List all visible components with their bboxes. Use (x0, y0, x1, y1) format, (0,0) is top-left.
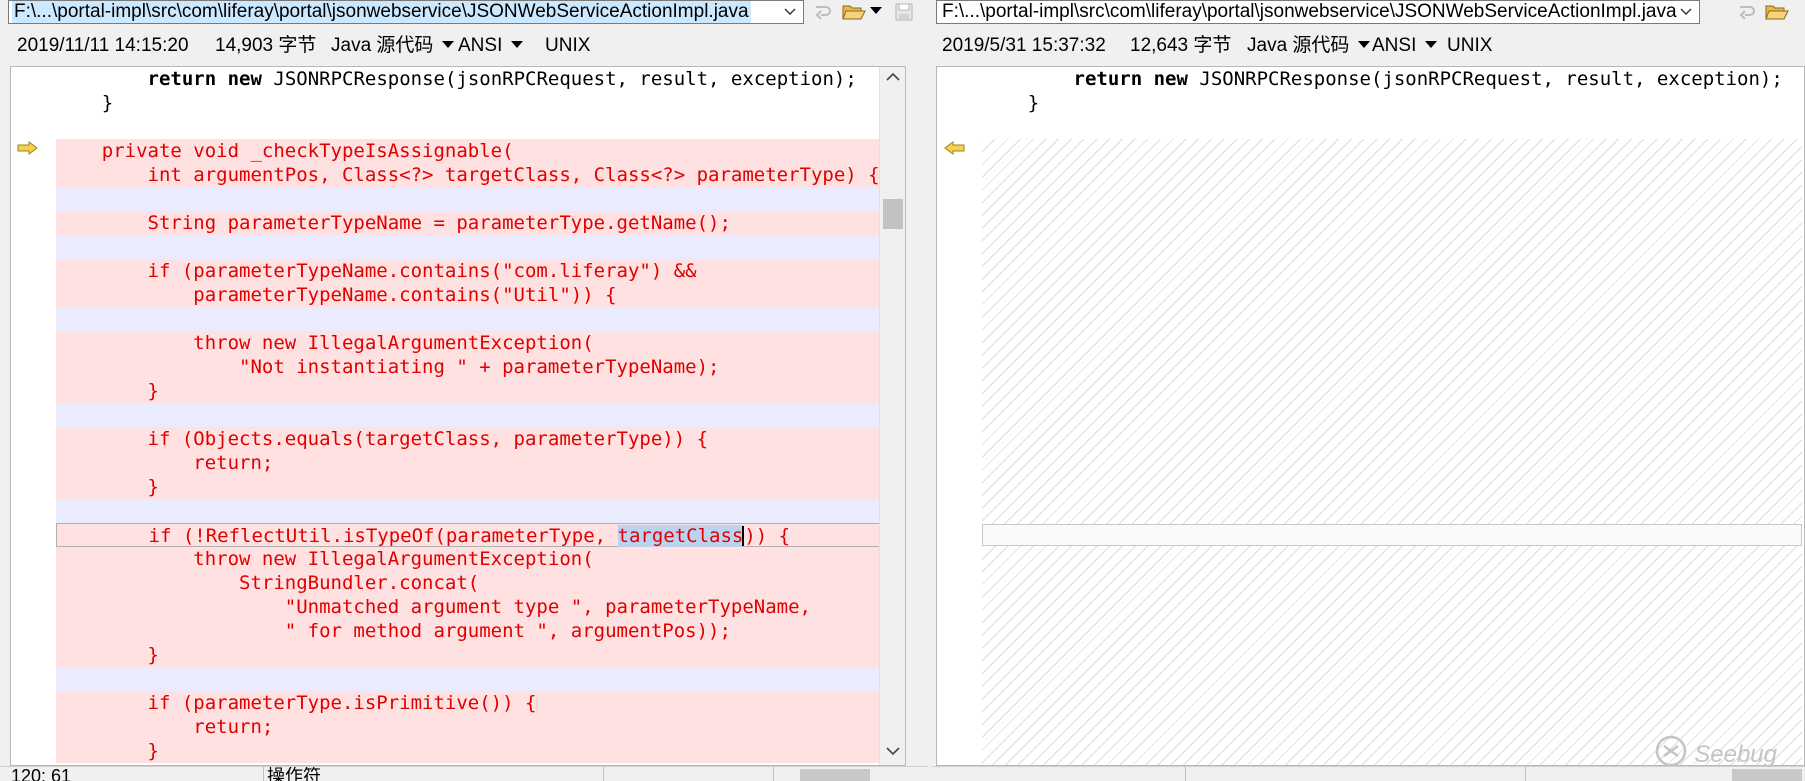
code-line-gap (56, 307, 904, 331)
code-line-deleted: " for method argument ", argumentPos)); (56, 619, 904, 643)
status-cell-empty (1186, 767, 1526, 781)
code-line-deleted: int argumentPos, Class<?> targetClass, C… (56, 163, 904, 187)
right-path-text: F:\...\portal-impl\src\com\liferay\porta… (942, 1, 1677, 22)
left-size: 14,903 字节 (215, 35, 317, 56)
code-line-deleted: if (Objects.equals(targetClass, paramete… (56, 427, 904, 451)
left-syntax-label: Java 源代码 (331, 35, 434, 56)
left-path-bar: F:\...\portal-impl\src\com\liferay\porta… (0, 0, 932, 26)
code-line-deleted: "Unmatched argument type ", parameterTyp… (56, 595, 904, 619)
left-line-ending: UNIX (545, 35, 591, 56)
right-info-bar: 2019/5/31 15:37:32 12,643 字节 Java 源代码 AN… (932, 28, 1805, 64)
diff-arrow-left-icon[interactable] (943, 141, 965, 160)
left-scroll-thumb[interactable] (883, 199, 903, 229)
left-pane: F:\...\portal-impl\src\com\liferay\porta… (0, 0, 932, 781)
right-encoding-label: ANSI (1372, 35, 1417, 56)
right-pane: F:\...\portal-impl\src\com\liferay\porta… (932, 0, 1805, 781)
left-horizontal-scroll-thumb[interactable] (800, 769, 870, 781)
chevron-up-icon[interactable] (886, 69, 900, 87)
code-line: } (56, 91, 904, 115)
code-line-deleted: "Not instantiating " + parameterTypeName… (56, 355, 904, 379)
code-line-deleted: } (56, 643, 904, 667)
seebug-logo-icon (1654, 734, 1688, 775)
left-code-area[interactable]: return new JSONRPCResponse(jsonRPCReques… (56, 67, 904, 765)
missing-lines-hatch (982, 139, 1802, 765)
code-line-deleted: private void _checkTypeIsAssignable( (56, 139, 904, 163)
code-line-gap (56, 235, 904, 259)
token-type: 操作符 (264, 767, 604, 781)
seebug-watermark: Seebug (1654, 734, 1777, 775)
code-line-gap (56, 187, 904, 211)
left-editor[interactable]: return new JSONRPCResponse(jsonRPCReques… (10, 66, 906, 766)
code-line-deleted: throw new IllegalArgumentException( (56, 547, 904, 571)
left-status-bar: 120: 61 操作符 (0, 766, 932, 781)
code-line: } (982, 91, 1802, 115)
left-path-text: F:\...\portal-impl\src\com\liferay\porta… (12, 1, 751, 23)
code-line-deleted: } (56, 739, 904, 763)
open-folder-icon[interactable] (1762, 0, 1792, 24)
left-path-combobox[interactable]: F:\...\portal-impl\src\com\liferay\porta… (8, 0, 804, 24)
code-line-deleted: if (parameterTypeName.contains("com.life… (56, 259, 904, 283)
right-syntax-dropdown[interactable]: Java 源代码 (1247, 28, 1371, 64)
right-path-bar: F:\...\portal-impl\src\com\liferay\porta… (932, 0, 1805, 26)
reload-arrow-icon[interactable] (1732, 0, 1762, 24)
watermark-text: Seebug (1694, 740, 1777, 768)
code-line-blank (56, 115, 904, 139)
right-date: 2019/5/31 15:37:32 (942, 35, 1106, 56)
code-line-deleted: String parameterTypeName = parameterType… (56, 211, 904, 235)
code-line-deleted: } (56, 475, 904, 499)
caret-down-icon (511, 40, 524, 48)
code-line-gap (56, 499, 904, 523)
code-line-blank (982, 115, 1802, 139)
left-info-bar: 2019/11/11 14:15:20 14,903 字节 Java 源代码 A… (0, 28, 932, 64)
code-line: return new JSONRPCResponse(jsonRPCReques… (56, 67, 904, 91)
code-line-deleted: return; (56, 451, 904, 475)
code-line-deleted: parameterTypeName.contains("Util")) { (56, 283, 904, 307)
status-cell-empty (604, 767, 774, 781)
caret-down-icon (442, 40, 455, 48)
left-syntax-dropdown[interactable]: Java 源代码 (331, 28, 455, 64)
save-disk-icon[interactable] (889, 0, 919, 24)
right-path-combobox[interactable]: F:\...\portal-impl\src\com\liferay\porta… (936, 0, 1700, 24)
right-size: 12,643 字节 (1130, 35, 1232, 56)
code-line-gap (56, 403, 904, 427)
current-line-placeholder (982, 524, 1802, 546)
right-encoding-dropdown[interactable]: ANSI (1372, 28, 1438, 64)
caret-down-icon (1358, 40, 1371, 48)
code-line-deleted: throw new IllegalArgumentException( (56, 331, 904, 355)
left-encoding-dropdown[interactable]: ANSI (458, 28, 524, 64)
code-line: return new JSONRPCResponse(jsonRPCReques… (982, 67, 1802, 91)
chevron-down-icon[interactable] (777, 1, 803, 23)
chevron-down-icon[interactable] (886, 743, 900, 761)
code-line-gap (56, 667, 904, 691)
open-folder-icon[interactable] (839, 0, 869, 24)
chevron-down-icon[interactable] (1673, 1, 1699, 23)
left-date: 2019/11/11 14:15:20 (17, 35, 189, 56)
left-vertical-scrollbar[interactable] (879, 67, 905, 765)
reload-arrow-icon[interactable] (808, 0, 838, 24)
selected-text[interactable]: targetClass (617, 525, 744, 547)
status-cell-empty (936, 767, 1186, 781)
code-line-deleted: StringBundler.concat( (56, 571, 904, 595)
code-line-deleted: } (56, 379, 904, 403)
cursor-position: 120: 61 (8, 767, 264, 781)
diff-arrow-right-icon[interactable] (17, 141, 39, 160)
caret-down-icon[interactable] (867, 0, 885, 24)
caret-down-icon (1425, 40, 1438, 48)
left-gutter (11, 67, 56, 765)
right-gutter (937, 67, 982, 765)
code-line-deleted: if (parameterType.isPrimitive()) { (56, 691, 904, 715)
right-editor[interactable]: return new JSONRPCResponse(jsonRPCReques… (936, 66, 1805, 766)
right-line-ending: UNIX (1447, 35, 1493, 56)
right-syntax-label: Java 源代码 (1247, 35, 1350, 56)
code-line-current[interactable]: if (!ReflectUtil.isTypeOf(parameterType,… (56, 523, 904, 547)
left-encoding-label: ANSI (458, 35, 503, 56)
code-line-deleted: return; (56, 715, 904, 739)
